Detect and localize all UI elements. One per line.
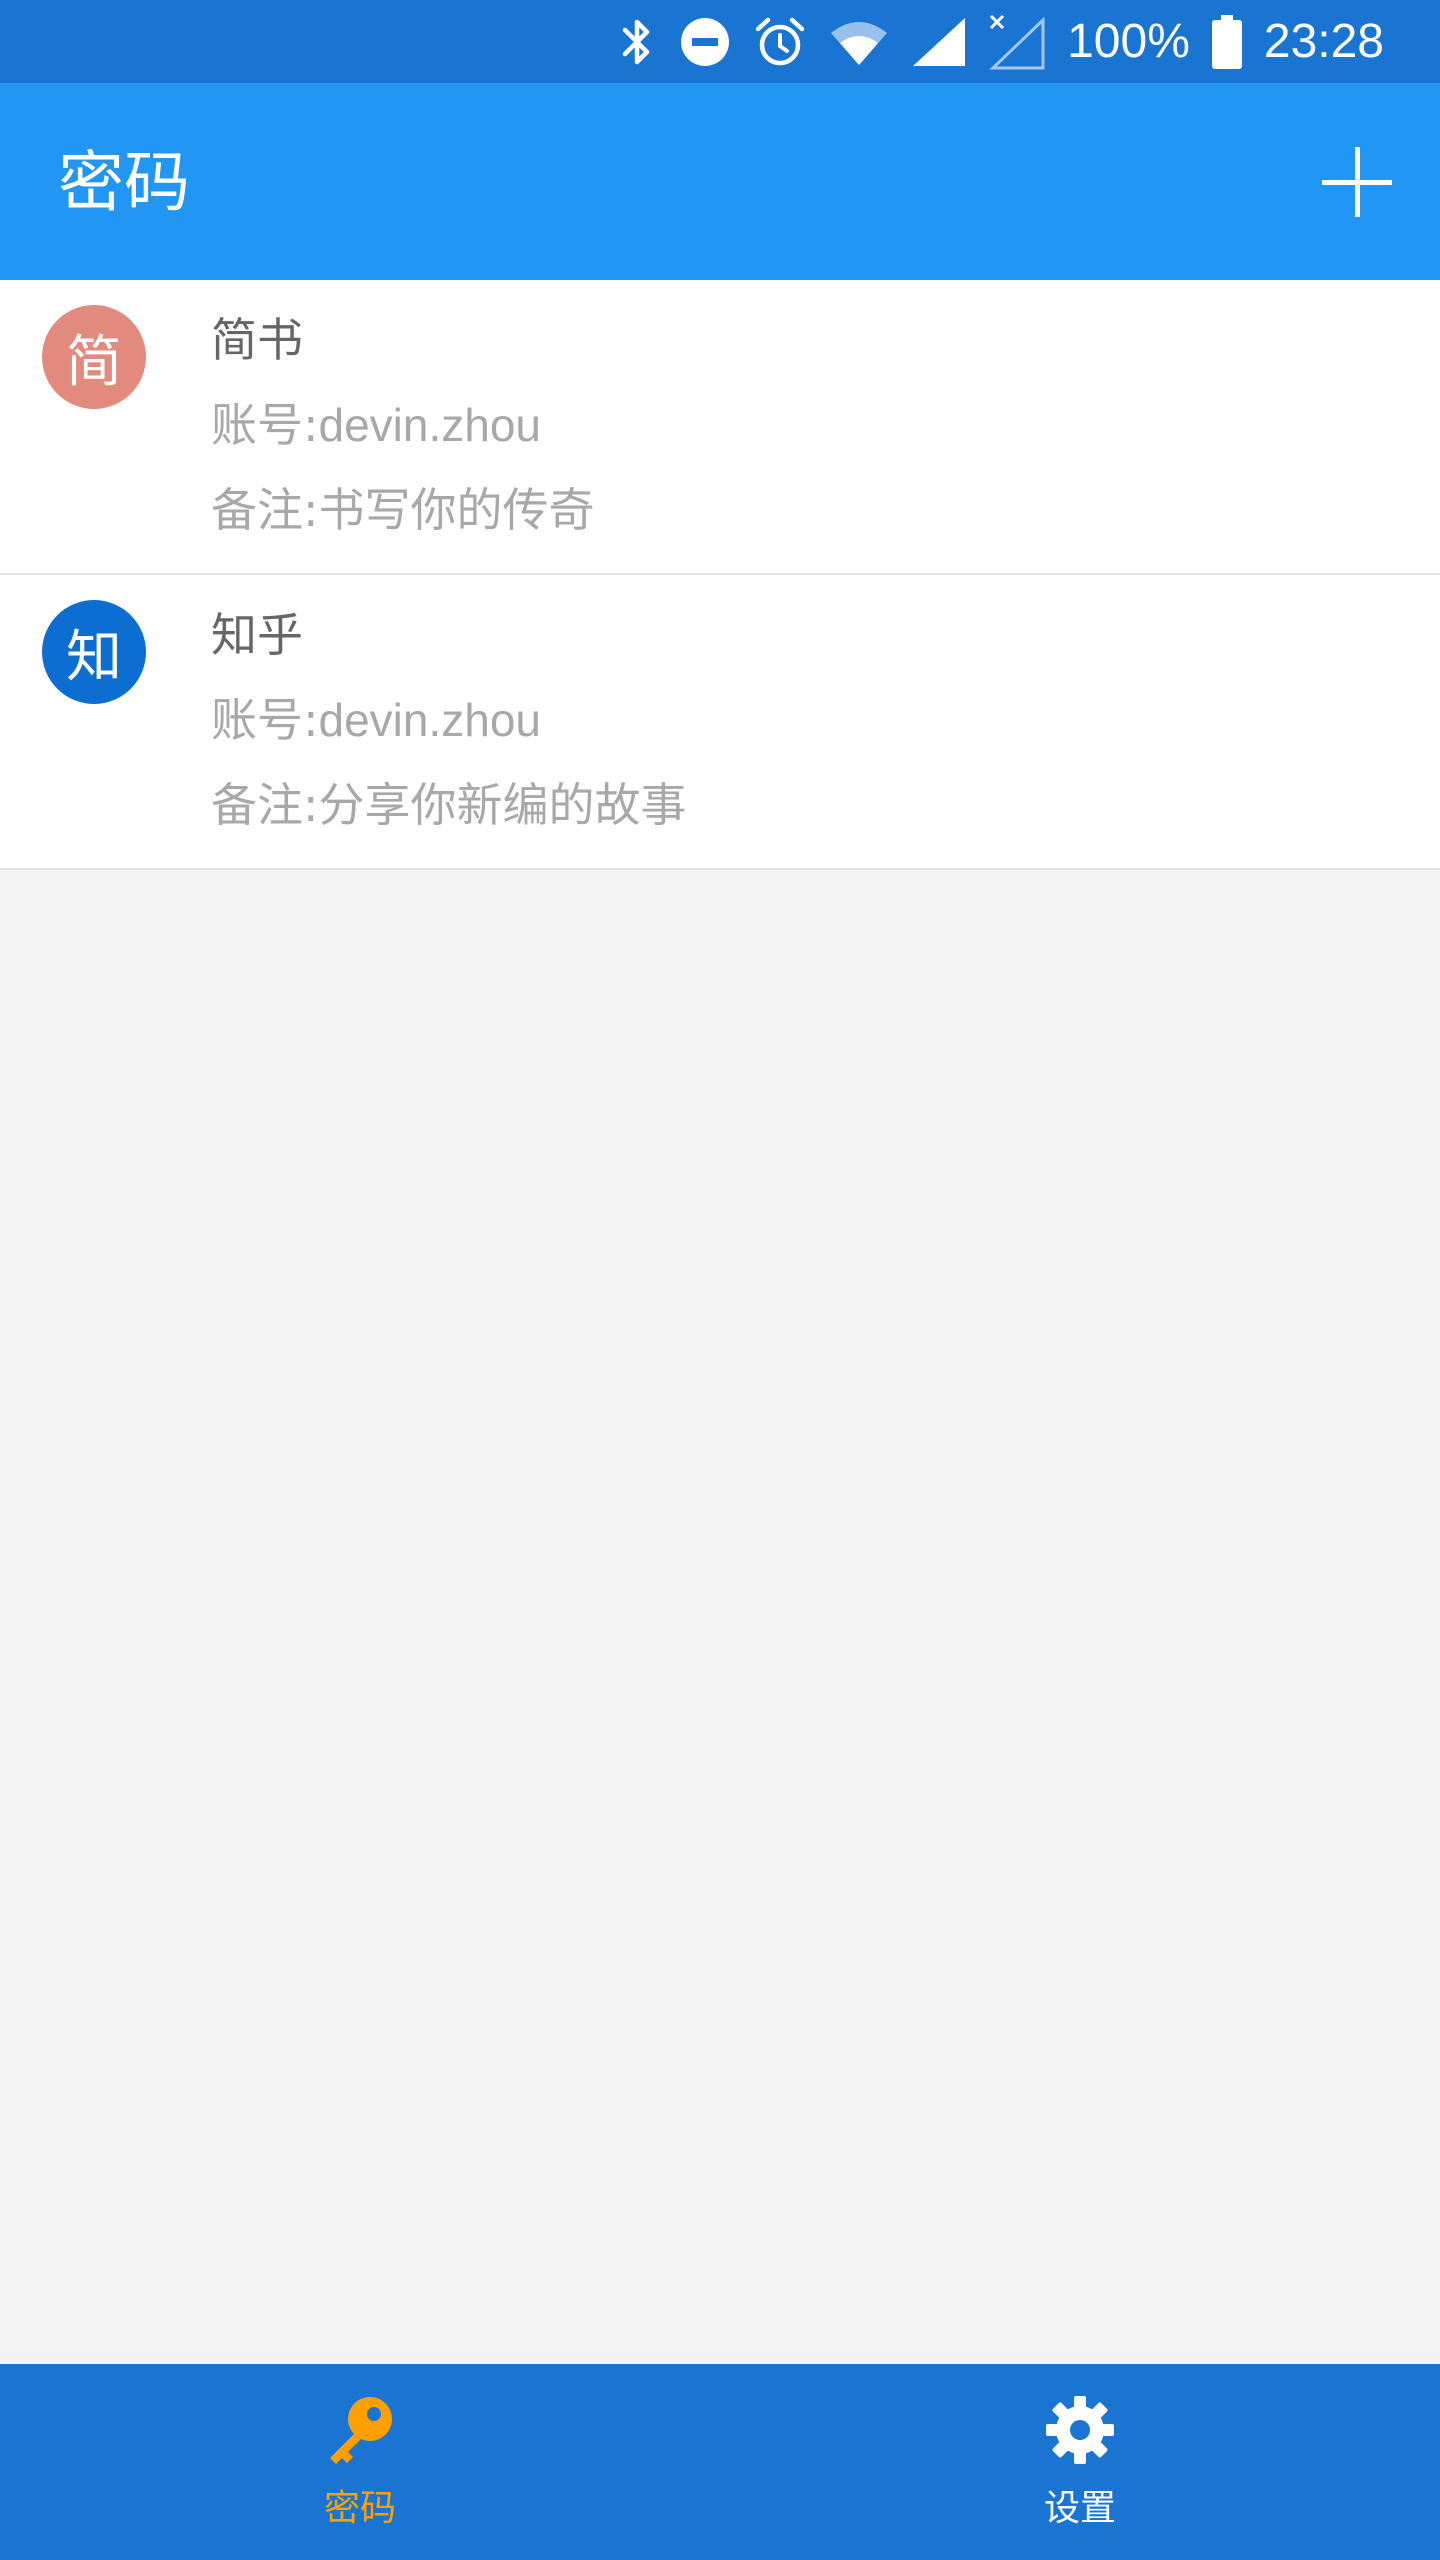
tab-settings-label: 设置 <box>1043 2488 1116 2529</box>
account-value: devin.zhou <box>318 694 542 746</box>
entry-note: 备注:书写你的传奇 <box>211 480 595 540</box>
bottom-nav: 密码 设置 <box>0 2364 1440 2560</box>
wifi-icon <box>829 17 889 67</box>
status-bar: 100% 23:28 <box>0 0 1440 83</box>
entry-account: 账号:devin.zhou <box>211 690 541 750</box>
note-value: 分享你新编的故事 <box>318 778 687 832</box>
signal-icon <box>911 16 967 68</box>
account-value: devin.zhou <box>318 399 542 451</box>
tab-settings[interactable]: 设置 <box>720 2364 1440 2560</box>
note-label: 备注: <box>211 778 319 832</box>
battery-icon <box>1211 14 1242 69</box>
key-icon <box>330 2397 392 2464</box>
entry-name: 简书 <box>211 313 303 367</box>
note-label: 备注: <box>211 483 319 537</box>
gear-icon <box>1046 2396 1114 2464</box>
entry-note: 备注:分享你新编的故事 <box>211 775 687 835</box>
app-bar: 密码 <box>0 83 1440 280</box>
entry-name: 知乎 <box>211 608 303 662</box>
avatar: 简 <box>42 305 146 409</box>
status-icons: 100% 23:28 <box>617 0 1384 83</box>
password-list: 简 简书 账号:devin.zhou 备注:书写你的传奇 知 知乎 账号:dev… <box>0 280 1440 870</box>
do-not-disturb-icon <box>679 16 731 68</box>
bluetooth-icon <box>617 16 657 68</box>
alarm-icon <box>753 15 807 69</box>
list-item[interactable]: 知 知乎 账号:devin.zhou 备注:分享你新编的故事 <box>0 575 1440 870</box>
clock: 23:28 <box>1263 15 1384 68</box>
entry-account: 账号:devin.zhou <box>211 395 541 455</box>
battery-percentage: 100% <box>1067 15 1190 68</box>
tab-passwords[interactable]: 密码 <box>0 2364 720 2560</box>
plus-icon <box>1322 147 1392 217</box>
account-label: 账号: <box>211 693 319 747</box>
note-value: 书写你的传奇 <box>318 483 595 537</box>
avatar: 知 <box>42 600 146 704</box>
list-item[interactable]: 简 简书 账号:devin.zhou 备注:书写你的传奇 <box>0 280 1440 575</box>
no-signal-icon <box>989 14 1045 70</box>
tab-passwords-label: 密码 <box>323 2488 396 2529</box>
account-label: 账号: <box>211 398 319 452</box>
add-button[interactable] <box>1318 143 1396 221</box>
page-title: 密码 <box>58 144 190 221</box>
